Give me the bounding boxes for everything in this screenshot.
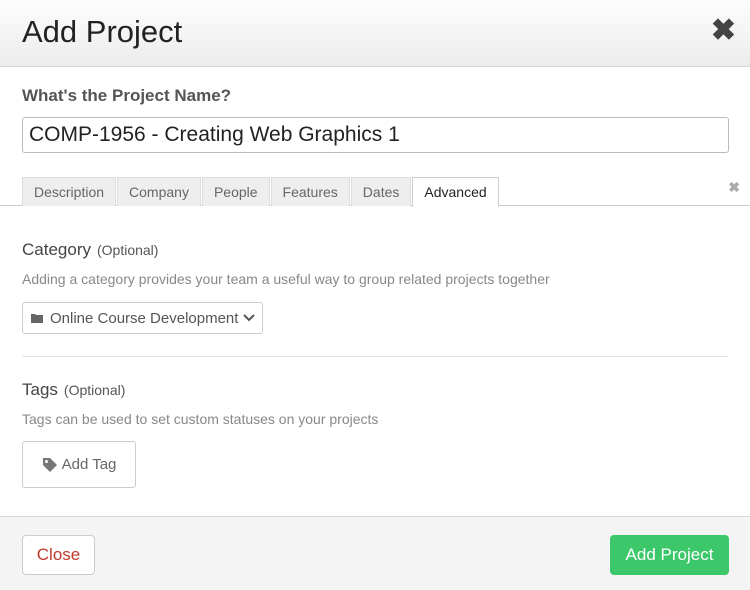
close-button[interactable]: Close xyxy=(22,535,95,575)
category-description: Adding a category provides your team a u… xyxy=(22,271,550,287)
dialog-title: Add Project xyxy=(22,14,183,49)
tab-people[interactable]: People xyxy=(201,177,270,206)
folder-icon xyxy=(31,314,43,323)
category-select[interactable]: Online Course Development xyxy=(22,302,263,334)
category-optional: (Optional) xyxy=(96,242,159,258)
tab-advanced[interactable]: Advanced xyxy=(412,177,499,207)
close-tabs-icon[interactable]: ✖ xyxy=(728,179,740,196)
project-name-label: What's the Project Name? xyxy=(22,86,232,105)
tab-dates[interactable]: Dates xyxy=(350,177,412,206)
tab-features[interactable]: Features xyxy=(270,177,350,206)
chevron-down-icon xyxy=(243,314,256,322)
add-project-button[interactable]: Add Project xyxy=(610,535,729,575)
tags-description: Tags can be used to set custom statuses … xyxy=(22,411,379,427)
tag-icon xyxy=(42,457,57,472)
tags-heading: Tags (Optional) xyxy=(22,380,125,400)
add-tag-label: Add Tag xyxy=(61,456,117,473)
dialog-header: Add Project ✖ xyxy=(0,0,750,67)
category-heading: Category (Optional) xyxy=(22,240,158,260)
dialog-footer: Close Add Project xyxy=(0,516,750,590)
project-name-input[interactable] xyxy=(22,117,729,153)
close-icon[interactable]: ✖ xyxy=(711,16,736,46)
section-divider xyxy=(22,356,728,357)
tab-company[interactable]: Company xyxy=(117,177,201,206)
tags-optional: (Optional) xyxy=(63,382,126,398)
category-title: Category xyxy=(22,240,91,259)
tab-bar: Description Company People Features Date… xyxy=(22,177,500,207)
tab-description[interactable]: Description xyxy=(22,177,117,206)
add-tag-button[interactable]: Add Tag xyxy=(22,441,136,488)
category-selected-value: Online Course Development xyxy=(50,309,239,327)
tags-title: Tags xyxy=(22,380,58,399)
